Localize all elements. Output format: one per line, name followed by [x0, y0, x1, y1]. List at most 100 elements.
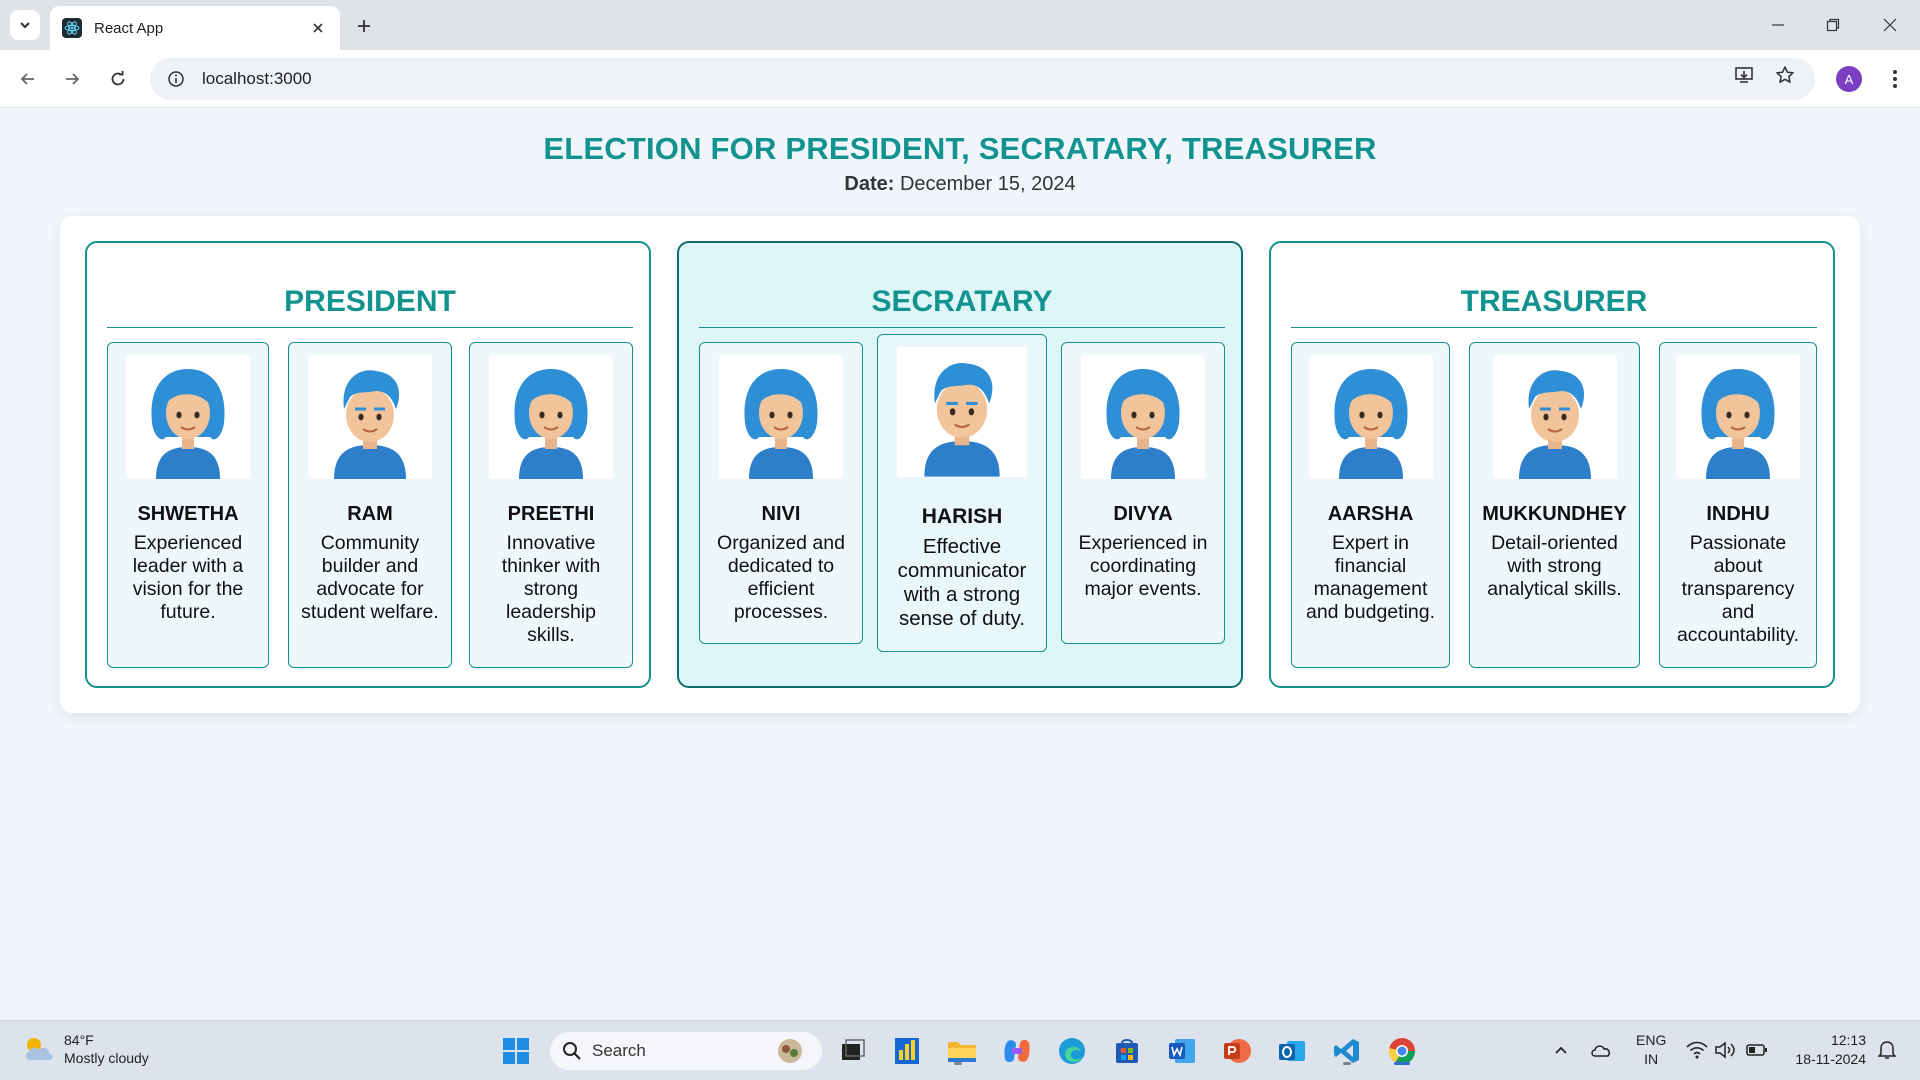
- system-clock[interactable]: 12:13 18-11-2024: [1784, 1031, 1866, 1069]
- plus-icon: [358, 20, 370, 32]
- new-tab-button[interactable]: [350, 12, 378, 40]
- woman-avatar-icon: [1081, 355, 1205, 479]
- windows-logo-icon: [503, 1038, 529, 1064]
- divider: [699, 327, 1225, 328]
- close-icon: [1883, 18, 1897, 32]
- arrow-left-icon: [20, 73, 34, 85]
- woman-avatar-icon: [1308, 355, 1433, 479]
- language-indicator[interactable]: ENG IN: [1636, 1031, 1666, 1069]
- task-view-icon: [842, 1039, 865, 1060]
- candidate-description: Expert in financial management and budge…: [1305, 532, 1436, 623]
- candidate-description: Innovative thinker with strong leadershi…: [501, 532, 601, 646]
- open-indicator: [954, 1062, 962, 1065]
- region-code: IN: [1644, 1051, 1659, 1067]
- candidate-description: Community builder and advocate for stude…: [301, 532, 439, 623]
- page-content: ELECTION FOR PRESIDENT, SECRATARY, TREAS…: [0, 109, 1920, 1020]
- candidate-name: PREETHI: [507, 503, 595, 525]
- task-view-button[interactable]: [834, 1033, 870, 1069]
- candidate-description: Experienced in coordinating major events…: [1078, 532, 1208, 600]
- candidate-card[interactable]: NIVI Organized and dedicated to efficien…: [699, 342, 863, 644]
- url-text: localhost:3000: [202, 69, 312, 88]
- candidate-name: SHWETHA: [137, 503, 239, 525]
- site-info-icon[interactable]: [164, 67, 188, 91]
- back-button[interactable]: [12, 63, 44, 95]
- cloudy-weather-icon: [25, 1038, 53, 1060]
- reload-icon: [111, 71, 125, 86]
- open-indicator: [1343, 1062, 1351, 1065]
- address-bar[interactable]: localhost:3000: [150, 58, 1815, 100]
- onedrive-tray[interactable]: [1588, 1037, 1614, 1063]
- wifi-icon: [1686, 1041, 1708, 1059]
- outlook-app[interactable]: [1274, 1033, 1310, 1069]
- browser-tab[interactable]: React App: [50, 6, 340, 50]
- copilot-app[interactable]: [999, 1033, 1035, 1069]
- candidate-description: Detail-oriented with strong analytical s…: [1487, 532, 1622, 600]
- notifications-button[interactable]: [1874, 1037, 1900, 1063]
- show-hidden-icons-button[interactable]: [1548, 1037, 1574, 1063]
- wifi-tray[interactable]: [1684, 1037, 1710, 1063]
- edge-app[interactable]: [1054, 1033, 1090, 1069]
- folder-icon: [948, 1042, 976, 1062]
- candidate-card[interactable]: RAM Community builder and advocate for s…: [288, 342, 452, 668]
- weather-widget[interactable]: 84°F Mostly cloudy: [22, 1031, 149, 1067]
- candidate-name: NIVI: [761, 503, 801, 525]
- position-title: SECRATARY: [871, 285, 1053, 318]
- vscode-icon: [1334, 1039, 1359, 1063]
- woman-avatar-icon: [126, 355, 250, 479]
- store-app[interactable]: [1109, 1033, 1145, 1069]
- candidate-card[interactable]: PREETHI Innovative thinker with strong l…: [469, 342, 633, 668]
- tab-search-button[interactable]: [10, 10, 40, 40]
- candidate-card[interactable]: MUKKUNDHEY Detail-oriented with strong a…: [1469, 342, 1640, 668]
- position-card-president: PRESIDENT SHWETHA Experienced leader wit…: [85, 241, 651, 688]
- tab-title: React App: [94, 19, 164, 37]
- start-button[interactable]: [498, 1033, 534, 1069]
- battery-tray[interactable]: [1744, 1037, 1770, 1063]
- minimize-button[interactable]: [1760, 10, 1796, 40]
- file-explorer-app[interactable]: [944, 1033, 980, 1069]
- install-app-button[interactable]: [1728, 59, 1760, 91]
- position-card-treasurer: TREASURER AARSHA Expert in financial man…: [1269, 241, 1835, 688]
- powerpoint-app[interactable]: [1219, 1033, 1255, 1069]
- bookmark-button[interactable]: [1769, 59, 1801, 91]
- chrome-app[interactable]: [1384, 1033, 1420, 1069]
- volume-tray[interactable]: [1712, 1037, 1738, 1063]
- close-window-button[interactable]: [1872, 10, 1908, 40]
- search-label: Search: [592, 1041, 646, 1060]
- position-title: PRESIDENT: [284, 285, 456, 318]
- candidate-card[interactable]: AARSHA Expert in financial management an…: [1291, 342, 1450, 668]
- election-date: Date: December 15, 2024: [0, 173, 1920, 196]
- active-indicator: [1394, 1062, 1410, 1065]
- weather-temperature: 84°F: [64, 1032, 94, 1048]
- edge-browser-icon: [1059, 1038, 1085, 1064]
- word-app[interactable]: [1164, 1033, 1200, 1069]
- reload-button[interactable]: [102, 63, 134, 95]
- candidate-name: RAM: [347, 503, 393, 525]
- profile-avatar[interactable]: A: [1836, 66, 1862, 92]
- browser-toolbar: localhost:3000: [0, 50, 1920, 108]
- candidate-card[interactable]: DIVYA Experienced in coordinating major …: [1061, 342, 1225, 644]
- candidate-description: Experienced leader with a vision for the…: [132, 532, 244, 623]
- chevron-up-icon: [1555, 1046, 1567, 1054]
- page-title: ELECTION FOR PRESIDENT, SECRATARY, TREAS…: [543, 131, 1377, 166]
- vscode-app[interactable]: [1329, 1033, 1365, 1069]
- candidate-card-highlighted[interactable]: HARISH Effective communicator with a str…: [877, 334, 1047, 652]
- man-avatar-icon: [308, 355, 432, 479]
- candidate-name: MUKKUNDHEY: [1482, 503, 1627, 525]
- candidate-card[interactable]: SHWETHA Experienced leader with a vision…: [107, 342, 269, 668]
- outlook-icon: [1279, 1041, 1305, 1061]
- taskbar-search[interactable]: Search: [550, 1032, 822, 1070]
- restore-button[interactable]: [1815, 10, 1851, 40]
- widgets-app[interactable]: [889, 1033, 925, 1069]
- candidate-description: Organized and dedicated to efficient pro…: [717, 532, 845, 623]
- speaker-icon: [1715, 1041, 1735, 1059]
- search-highlight-icon: [778, 1039, 802, 1063]
- forward-button[interactable]: [56, 63, 88, 95]
- copilot-icon: [1004, 1040, 1030, 1062]
- man-avatar-icon: [1492, 355, 1617, 479]
- react-logo-icon: [62, 18, 82, 38]
- candidate-card[interactable]: INDHU Passionate about transparency and …: [1659, 342, 1817, 668]
- candidate-name: HARISH: [921, 505, 1003, 528]
- browser-menu-button[interactable]: [1880, 63, 1910, 95]
- position-title: TREASURER: [1460, 285, 1648, 318]
- close-tab-icon[interactable]: [308, 18, 328, 38]
